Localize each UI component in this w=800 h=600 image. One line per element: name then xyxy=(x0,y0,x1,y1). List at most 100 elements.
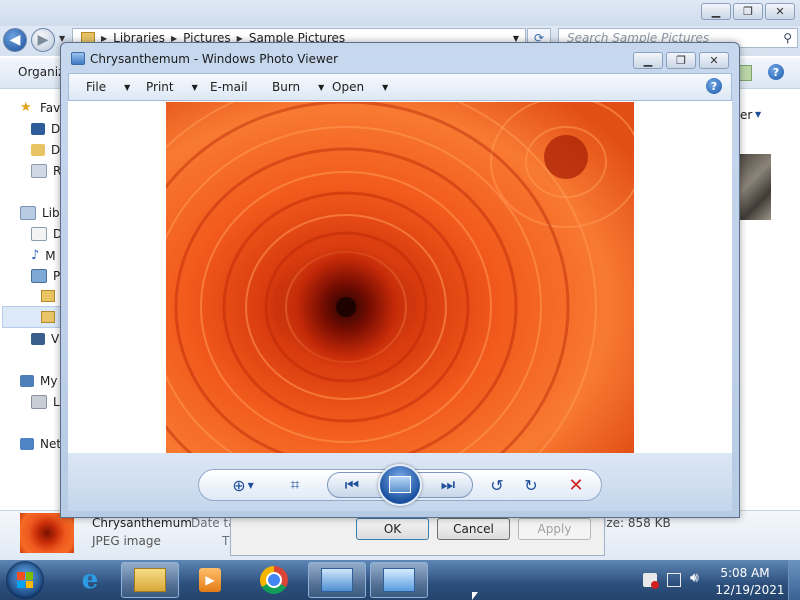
file-list-pane xyxy=(740,90,800,510)
detail-size: ize: 858 KB xyxy=(603,516,671,530)
rotate-right-icon: ↻ xyxy=(524,475,538,495)
libraries-icon xyxy=(20,206,36,220)
previous-icon: ⏮ xyxy=(344,475,360,494)
star-icon: ★ xyxy=(20,100,32,115)
sample-pictures-folder-icon[interactable] xyxy=(41,311,55,323)
photo-viewer-app-icon xyxy=(71,52,85,65)
menu-burn[interactable]: Burn ▼ xyxy=(272,80,324,94)
zoom-icon: ⊕ xyxy=(232,475,246,495)
flower-image xyxy=(166,102,634,453)
actual-size-icon: ⌗ xyxy=(290,475,300,494)
next-button[interactable]: ⏭ xyxy=(436,474,460,496)
minimize-icon: ▁ xyxy=(643,54,653,67)
menu-file[interactable]: File ▼ xyxy=(86,80,130,94)
downloads-folder-icon xyxy=(31,144,45,156)
arrange-by-label[interactable]: er xyxy=(740,108,752,122)
detail-thumbnail xyxy=(20,513,74,553)
taskbar-photo-viewer[interactable] xyxy=(308,562,366,598)
explorer-close-button[interactable]: ✕ xyxy=(765,3,795,20)
explorer-folder-icon xyxy=(134,568,166,592)
taskbar-internet-explorer[interactable]: e xyxy=(61,562,119,598)
internet-explorer-icon: e xyxy=(81,565,99,595)
clock-date[interactable]: 12/19/2021 xyxy=(715,583,785,597)
explorer-minimize-button[interactable]: ▁ xyxy=(701,3,731,20)
search-icon[interactable]: ⚲ xyxy=(783,31,792,45)
nav-item-desktop[interactable]: D xyxy=(31,122,60,136)
videos-icon xyxy=(31,333,45,345)
nav-item-music[interactable]: ♪ M xyxy=(31,248,56,263)
photo-viewer-icon xyxy=(321,568,353,592)
menu-print[interactable]: Print ▼ xyxy=(146,80,198,94)
network-tray-icon[interactable] xyxy=(667,573,681,587)
chrysanthemum-photo xyxy=(166,102,634,453)
action-center-flag-icon[interactable] xyxy=(643,573,659,589)
arrange-by-dropdown-icon[interactable]: ▼ xyxy=(755,110,761,119)
chevron-down-icon: ▼ xyxy=(247,480,254,490)
network-icon xyxy=(20,438,34,450)
window-title: Chrysanthemum - Windows Photo Viewer xyxy=(90,52,339,66)
actual-size-button[interactable]: ⌗ xyxy=(283,474,307,496)
next-icon: ⏭ xyxy=(440,475,456,494)
recent-places-icon xyxy=(31,164,47,178)
detail-date-label: Date ta xyxy=(191,516,236,530)
nav-item-documents[interactable]: D xyxy=(31,227,62,241)
viewer-close-button[interactable]: ✕ xyxy=(699,52,729,69)
desktop-icon xyxy=(31,123,45,135)
rotate-clockwise-button[interactable]: ↻ xyxy=(519,474,543,496)
nav-item-downloads[interactable]: D xyxy=(31,143,60,157)
chevron-down-icon: ▼ xyxy=(382,82,389,92)
delete-button[interactable]: ✕ xyxy=(564,474,588,496)
back-button[interactable]: ◀ xyxy=(3,28,27,52)
start-orb-icon xyxy=(17,572,33,588)
detail-file-type: JPEG image xyxy=(92,534,161,548)
nav-item-videos[interactable]: Vi xyxy=(31,332,62,346)
explorer-maximize-button[interactable]: ❐ xyxy=(733,3,763,20)
cancel-button[interactable]: Cancel xyxy=(437,518,510,540)
arrow-left-icon: ◀ xyxy=(9,32,21,48)
zoom-button[interactable]: ⊕ ▼ xyxy=(225,474,261,496)
menu-email[interactable]: E-mail xyxy=(210,80,248,94)
folder-icon[interactable] xyxy=(41,290,55,302)
taskbar-media-player[interactable]: ▶ xyxy=(181,562,239,598)
taskbar-windows-explorer[interactable] xyxy=(121,562,179,598)
help-icon[interactable]: ? xyxy=(706,78,722,94)
clock-time[interactable]: 5:08 AM xyxy=(715,566,775,580)
pictures-icon xyxy=(31,269,47,283)
rotate-counterclockwise-button[interactable]: ↺ xyxy=(485,474,509,496)
music-icon: ♪ xyxy=(31,248,40,263)
rotate-left-icon: ↺ xyxy=(490,475,504,495)
detail-file-name: Chrysanthemum xyxy=(92,516,192,530)
apply-button: Apply xyxy=(518,518,591,540)
maximize-icon: ❐ xyxy=(676,54,686,67)
koala-thumbnail[interactable] xyxy=(739,154,771,220)
computer-icon xyxy=(20,375,34,387)
slideshow-icon xyxy=(389,476,411,493)
chrome-icon xyxy=(260,566,288,594)
taskbar-photo-viewer-2[interactable] xyxy=(370,562,428,598)
preview-pane-icon[interactable] xyxy=(738,65,752,81)
nav-item-network[interactable]: Net xyxy=(20,437,61,451)
close-icon: ✕ xyxy=(709,54,719,67)
organize-button[interactable]: Organiz xyxy=(18,65,64,79)
arrow-right-icon: ▶ xyxy=(37,32,49,48)
show-desktop-button[interactable] xyxy=(788,560,800,600)
viewer-maximize-button[interactable]: ❐ xyxy=(666,52,696,69)
start-button[interactable] xyxy=(6,561,44,599)
taskbar-chrome[interactable] xyxy=(245,562,303,598)
detail-tags-label: T xyxy=(222,534,230,548)
nav-item-computer[interactable]: My xyxy=(20,374,57,388)
photo-viewer-2-icon xyxy=(383,568,415,592)
ok-button[interactable]: OK xyxy=(356,518,429,540)
previous-button[interactable]: ⏮ xyxy=(340,474,364,496)
chevron-down-icon: ▼ xyxy=(318,82,325,92)
volume-icon[interactable]: 🔊︎ xyxy=(690,570,699,586)
nav-item-pictures[interactable]: Pi xyxy=(31,269,63,283)
delete-icon: ✕ xyxy=(568,474,584,496)
explorer-titlebar xyxy=(0,0,800,26)
menu-open[interactable]: Open ▼ xyxy=(332,80,388,94)
viewer-minimize-button[interactable]: ▁ xyxy=(633,52,663,69)
nav-item-favorites[interactable]: ★ Fav xyxy=(20,100,60,115)
forward-button[interactable]: ▶ xyxy=(31,28,55,52)
chevron-down-icon: ▼ xyxy=(191,82,198,92)
explorer-help-icon[interactable]: ? xyxy=(768,64,784,80)
